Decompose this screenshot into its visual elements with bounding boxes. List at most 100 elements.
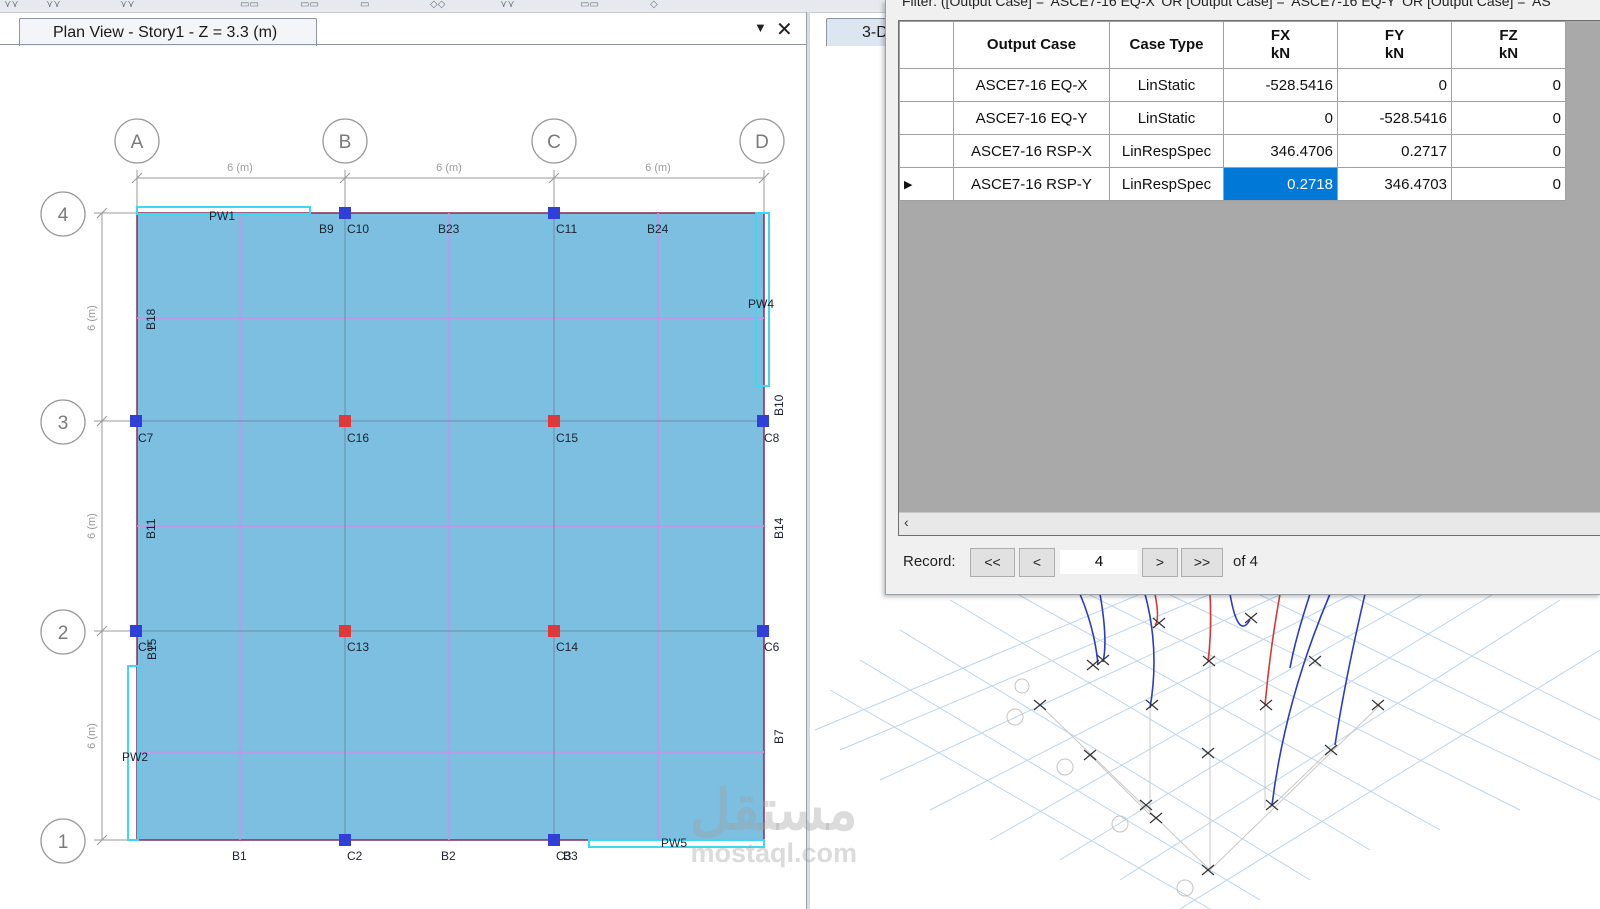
cell-fy[interactable]: 346.4703 — [1337, 167, 1452, 201]
column-header-case-type[interactable]: Case Type — [1109, 21, 1224, 69]
grid-label-d: D — [755, 132, 769, 153]
record-number-input[interactable]: 4 — [1059, 549, 1139, 575]
cell-case-type[interactable]: LinStatic — [1109, 68, 1224, 102]
table-header-row: Output Case Case Type FX kN FY kN FZ kN — [899, 21, 1566, 69]
toolbar-tool-icon[interactable]: ▭▭ — [240, 0, 260, 10]
cell-output-case[interactable]: ASCE7-16 RSP-Y — [953, 167, 1110, 201]
row-selector[interactable] — [899, 68, 954, 102]
label-b3: B3 — [563, 849, 578, 863]
cell-fy[interactable]: 0 — [1337, 68, 1452, 102]
toolbar-tool-icon[interactable]: ▭▭ — [580, 0, 600, 10]
column-c15[interactable] — [548, 415, 560, 427]
tab-dropdown-icon[interactable]: ▼ — [754, 20, 767, 35]
cell-fz[interactable]: 0 — [1451, 101, 1566, 135]
toolbar-tool-icon[interactable]: ▭ — [360, 0, 380, 10]
label-b1: B1 — [232, 849, 247, 863]
cell-output-case[interactable]: ASCE7-16 RSP-X — [953, 134, 1110, 168]
record-navigator: Record: << < 4 > >> of 4 — [886, 540, 1600, 580]
dimension-text: 6 (m) — [645, 162, 671, 174]
last-record-button[interactable]: >> — [1181, 548, 1223, 577]
tab-plan-view[interactable]: Plan View - Story1 - Z = 3.3 (m) — [19, 18, 317, 46]
next-record-button[interactable]: > — [1142, 548, 1178, 577]
column-unit: kN — [1384, 45, 1405, 62]
label-c7: C7 — [138, 431, 154, 445]
column-c3[interactable] — [548, 834, 560, 846]
column-header-output-case[interactable]: Output Case — [953, 21, 1110, 69]
cell-output-case[interactable]: ASCE7-16 EQ-Y — [953, 101, 1110, 135]
table-row[interactable]: ASCE7-16 RSP-X LinRespSpec 346.4706 0.27… — [899, 134, 1566, 168]
plan-view-tab-title: Plan View - Story1 - Z = 3.3 (m) — [53, 24, 278, 41]
table-row[interactable]: ASCE7-16 EQ-Y LinStatic 0 -528.5416 0 — [899, 101, 1566, 135]
column-c7[interactable] — [130, 415, 142, 427]
grid-label-3: 3 — [58, 413, 69, 434]
view3d-canvas[interactable] — [810, 590, 1600, 909]
toolbar-tool-icon[interactable]: ⋎⋎ — [46, 0, 66, 10]
toolbar-tool-icon[interactable]: ⋎⋎ — [4, 0, 24, 10]
label-c10: C10 — [347, 222, 369, 236]
toolbar-tool-icon[interactable]: ▭▭ — [300, 0, 320, 10]
dimension-text: 6 (m) — [86, 305, 98, 331]
column-title: Case Type — [1129, 36, 1204, 53]
toolbar-tool-icon[interactable]: ◇ — [650, 0, 670, 10]
column-c8[interactable] — [757, 415, 769, 427]
row-header-column — [899, 21, 954, 69]
label-pw1: PW1 — [209, 209, 235, 223]
label-c14: C14 — [556, 640, 578, 654]
label-b11: B11 — [144, 518, 158, 539]
previous-record-button[interactable]: < — [1019, 548, 1055, 577]
cell-fy[interactable]: -528.5416 — [1337, 101, 1452, 135]
label-c2: C2 — [347, 849, 363, 863]
results-grid[interactable]: Output Case Case Type FX kN FY kN FZ kN … — [898, 20, 1600, 536]
column-c5[interactable] — [130, 625, 142, 637]
label-pw5: PW5 — [661, 836, 687, 850]
base-reactions-dialog: Filter: ([Output Case] = 'ASCE7-16 EQ-X'… — [885, 0, 1600, 595]
dimension-text: 6 (m) — [86, 723, 98, 749]
cell-fz[interactable]: 0 — [1451, 68, 1566, 102]
label-c16: C16 — [347, 431, 369, 445]
cell-fx-selected[interactable]: 0.2718 — [1223, 167, 1338, 201]
dimension-text: 6 (m) — [436, 162, 462, 174]
column-header-fx[interactable]: FX kN — [1223, 21, 1338, 69]
toolbar-tool-icon[interactable]: ◇◇ — [430, 0, 450, 10]
dimension-text: 6 (m) — [86, 513, 98, 539]
first-record-button[interactable]: << — [970, 548, 1015, 577]
scroll-left-icon[interactable]: ‹ — [904, 514, 909, 530]
column-c14[interactable] — [548, 625, 560, 637]
column-c2[interactable] — [339, 834, 351, 846]
tab-strip-line — [0, 44, 806, 45]
table-row-selected[interactable]: ▶ ASCE7-16 RSP-Y LinRespSpec 0.2718 346.… — [899, 167, 1566, 201]
cell-output-case[interactable]: ASCE7-16 EQ-X — [953, 68, 1110, 102]
column-title: FZ — [1499, 27, 1518, 44]
column-c13[interactable] — [339, 625, 351, 637]
toolbar-tool-icon[interactable]: ⋎⋎ — [120, 0, 140, 10]
row-selector[interactable] — [899, 101, 954, 135]
column-header-fz[interactable]: FZ kN — [1451, 21, 1566, 69]
column-c11[interactable] — [548, 207, 560, 219]
watermark: مستقل mostaql.com — [690, 780, 858, 867]
cell-fz[interactable]: 0 — [1451, 167, 1566, 201]
cell-fx[interactable]: 346.4706 — [1223, 134, 1338, 168]
column-c16[interactable] — [339, 415, 351, 427]
cell-fz[interactable]: 0 — [1451, 134, 1566, 168]
column-c6[interactable] — [757, 625, 769, 637]
cell-case-type[interactable]: LinRespSpec — [1109, 167, 1224, 201]
cell-fy[interactable]: 0.2717 — [1337, 134, 1452, 168]
column-header-fy[interactable]: FY kN — [1337, 21, 1452, 69]
column-c10[interactable] — [339, 207, 351, 219]
cell-case-type[interactable]: LinStatic — [1109, 101, 1224, 135]
label-pw4: PW4 — [748, 297, 774, 311]
cell-fx[interactable]: 0 — [1223, 101, 1338, 135]
label-b7: B7 — [772, 729, 786, 744]
cell-case-type[interactable]: LinRespSpec — [1109, 134, 1224, 168]
cell-fx[interactable]: -528.5416 — [1223, 68, 1338, 102]
plan-view-canvas[interactable]: A B C D 4 3 2 1 6 (m) 6 (m) 6 (m) 6 (m) … — [0, 46, 806, 909]
label-c6: C6 — [764, 640, 780, 654]
table-row[interactable]: ASCE7-16 EQ-X LinStatic -528.5416 0 0 — [899, 68, 1566, 102]
row-selector[interactable]: ▶ — [899, 167, 954, 201]
label-b14: B14 — [772, 517, 786, 539]
dimension-text: 6 (m) — [227, 162, 253, 174]
close-icon[interactable]: ✕ — [776, 17, 793, 42]
toolbar-tool-icon[interactable]: ⋎⋎ — [500, 0, 520, 10]
row-selector[interactable] — [899, 134, 954, 168]
horizontal-scrollbar[interactable]: ‹ — [899, 512, 1600, 535]
